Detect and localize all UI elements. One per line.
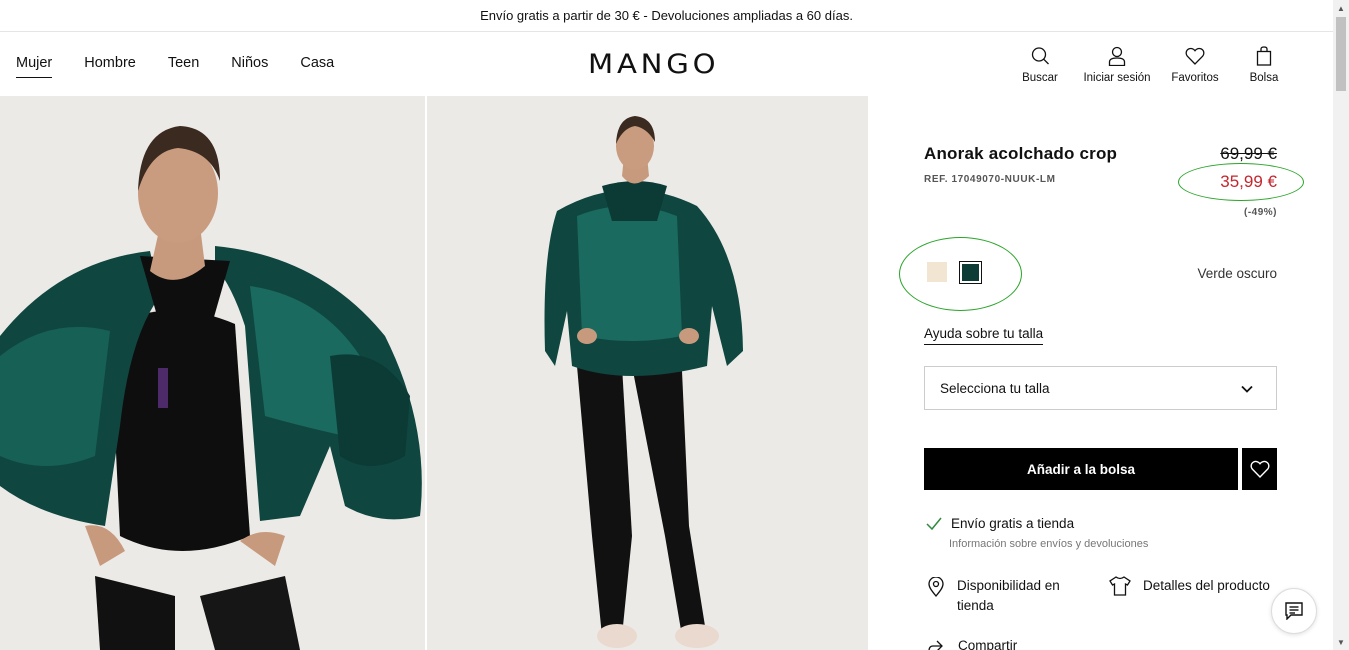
shopping-bag-icon <box>1256 46 1272 66</box>
free-shipping-info: Envío gratis a tienda <box>926 516 1074 531</box>
nav-item-casa[interactable]: Casa <box>300 55 334 78</box>
favorites-button[interactable]: Favoritos <box>1170 46 1220 84</box>
share-link[interactable]: Compartir <box>928 638 1017 650</box>
heart-icon <box>1185 47 1205 65</box>
free-shipping-label: Envío gratis a tienda <box>951 516 1075 531</box>
share-icon <box>928 640 943 650</box>
product-gallery <box>0 96 868 650</box>
search-button[interactable]: Buscar <box>1020 46 1060 84</box>
page-scrollbar[interactable]: ▲ ▼ <box>1333 0 1349 650</box>
size-select[interactable]: Selecciona tu talla <box>924 366 1277 410</box>
site-header: Mujer Hombre Teen Niños Casa MANGO Busca… <box>0 32 1333 96</box>
original-price: 69,99 € <box>1220 144 1277 163</box>
tshirt-icon <box>1109 576 1131 596</box>
nav-item-mujer[interactable]: Mujer <box>16 55 53 78</box>
product-reference: REF. 17049070-NUUK-LM <box>924 174 1056 185</box>
product-info-panel: Anorak acolchado crop REF. 17049070-NUUK… <box>868 96 1333 650</box>
add-to-bag-button[interactable]: Añadir a la bolsa <box>924 448 1238 490</box>
product-details-link[interactable]: Detalles del producto <box>1109 576 1270 596</box>
header-actions: Buscar Iniciar sesión Favoritos Bolsa <box>1020 46 1280 84</box>
search-icon <box>1031 47 1049 65</box>
chat-icon <box>1285 602 1303 620</box>
size-help-link[interactable]: Ayuda sobre tu talla <box>924 326 1044 345</box>
user-icon <box>1108 46 1126 66</box>
mango-logo[interactable]: MANGO <box>588 49 719 80</box>
scroll-up-arrow-icon[interactable]: ▲ <box>1333 0 1349 16</box>
login-button[interactable]: Iniciar sesión <box>1082 46 1152 84</box>
size-select-value: Selecciona tu talla <box>940 380 1050 396</box>
scrollbar-thumb[interactable] <box>1336 17 1346 91</box>
location-pin-icon <box>928 577 944 597</box>
add-to-favorites-button[interactable] <box>1242 448 1277 490</box>
heart-icon <box>1250 460 1269 479</box>
bag-label: Bolsa <box>1249 72 1279 84</box>
product-title: Anorak acolchado crop <box>924 144 1118 163</box>
favorites-label: Favoritos <box>1171 72 1219 84</box>
store-availability-link[interactable]: Disponibilidad en tienda <box>928 576 1072 616</box>
chat-button[interactable] <box>1271 588 1317 634</box>
promo-text: Envío gratis a partir de 30 € - Devoluci… <box>480 8 853 23</box>
main-nav: Mujer Hombre Teen Niños Casa <box>16 55 366 78</box>
price-annotation-circle <box>1178 163 1304 201</box>
selected-color-name: Verde oscuro <box>1197 266 1277 281</box>
shipping-info-link[interactable]: Información sobre envíos y devoluciones <box>949 538 1148 550</box>
chevron-down-icon <box>1241 385 1253 393</box>
product-details-label: Detalles del producto <box>1143 578 1270 593</box>
checkmark-icon <box>926 517 942 530</box>
share-label: Compartir <box>958 638 1018 650</box>
product-photo-full[interactable] <box>427 96 868 650</box>
colors-annotation-circle <box>899 237 1022 311</box>
model-full-illustration <box>427 96 868 650</box>
promo-bar: Envío gratis a partir de 30 € - Devoluci… <box>0 0 1333 32</box>
nav-item-ninos[interactable]: Niños <box>231 55 268 78</box>
scroll-down-arrow-icon[interactable]: ▼ <box>1333 634 1349 650</box>
store-availability-label: Disponibilidad en tienda <box>957 578 1060 613</box>
login-label: Iniciar sesión <box>1083 72 1151 84</box>
model-closeup-illustration <box>0 96 425 650</box>
product-photo-closeup[interactable] <box>0 96 425 650</box>
bag-button[interactable]: Bolsa <box>1248 46 1280 84</box>
nav-item-hombre[interactable]: Hombre <box>84 55 136 78</box>
nav-item-teen[interactable]: Teen <box>168 55 199 78</box>
discount-badge: (-49%) <box>1243 207 1277 218</box>
search-label: Buscar <box>1022 72 1058 84</box>
